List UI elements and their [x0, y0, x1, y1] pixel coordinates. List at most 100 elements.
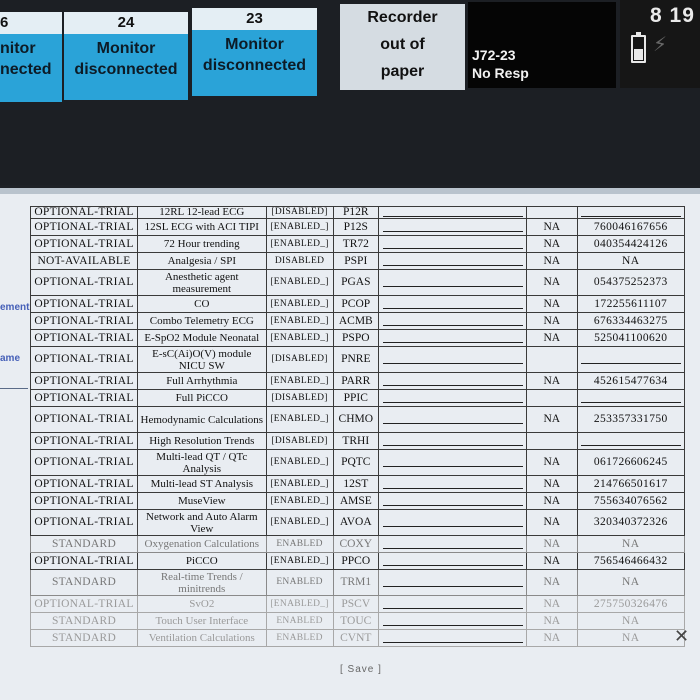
cell-key[interactable]: 275750326476: [576, 595, 685, 613]
cell-key[interactable]: 172255611107: [576, 295, 685, 313]
cell-code: TOUC: [332, 612, 380, 630]
cell-key[interactable]: 320340372326: [576, 509, 685, 536]
cell-state[interactable]: [DISABLED]: [265, 389, 334, 407]
cell-key[interactable]: 214766501617: [576, 475, 685, 493]
table-row[interactable]: STANDARD Touch User Interface ENABLED TOUC N…: [29, 612, 685, 630]
bed-tile-24[interactable]: 24 Monitor disconnected: [64, 12, 188, 100]
table-row[interactable]: OPTIONAL-TRIAL High Resolution Trends [DIS…: [29, 432, 685, 450]
cell-state[interactable]: [ENABLED_]: [265, 406, 334, 433]
cell-na: NA: [526, 269, 578, 296]
cell-status: NOT-AVAILABLE: [29, 252, 139, 270]
cell-code: PSCV: [332, 595, 380, 613]
cell-state[interactable]: [ENABLED_]: [265, 449, 334, 476]
cell-status: OPTIONAL-TRIAL: [29, 346, 139, 373]
resp-alarm[interactable]: J72-23 No Resp: [468, 2, 616, 88]
cell-key[interactable]: 452615477634: [576, 372, 685, 390]
cell-key[interactable]: NA: [576, 569, 685, 596]
table-row[interactable]: STANDARD Ventilation Calculations ENABLED C…: [29, 629, 685, 647]
cell-na: NA: [526, 612, 578, 630]
table-row[interactable]: STANDARD Oxygenation Calculations ENABLED C…: [29, 535, 685, 553]
table-row[interactable]: OPTIONAL-TRIAL 12SL ECG with ACI TIPI [ENA…: [29, 218, 685, 236]
cell-code: 12ST: [332, 475, 380, 493]
tile-line-2: disconnected: [202, 57, 307, 74]
cell-option-name: Network and Auto Alarm View: [137, 509, 267, 536]
cell-key[interactable]: 755634076562: [576, 492, 685, 510]
cell-key[interactable]: NA: [576, 535, 685, 553]
cell-state[interactable]: [DISABLED]: [265, 346, 334, 373]
table-row[interactable]: NOT-AVAILABLE Analgesia / SPI DISABLED PSPI…: [29, 252, 685, 270]
cell-state[interactable]: ENABLED: [265, 629, 334, 647]
bed-tile-6[interactable]: 6 nitor nected: [0, 12, 62, 102]
recorder-alarm[interactable]: Recorder out of paper: [340, 4, 465, 90]
cell-code: COXY: [332, 535, 380, 553]
cell-state[interactable]: [DISABLED]: [265, 432, 334, 450]
table-row[interactable]: OPTIONAL-TRIAL MuseView [ENABLED_] AMSE NA 75…: [29, 492, 685, 510]
cell-state[interactable]: [ENABLED_]: [265, 218, 334, 236]
table-row[interactable]: OPTIONAL-TRIAL Multi-lead ST Analysis [ENA…: [29, 475, 685, 493]
table-row[interactable]: OPTIONAL-TRIAL Network and Auto Alarm Vie…: [29, 509, 685, 536]
cell-key[interactable]: 676334463275: [576, 312, 685, 330]
cell-state[interactable]: [ENABLED_]: [265, 312, 334, 330]
cell-option-name: E-sC(Ai)O(V) module NICU SW: [137, 346, 267, 373]
cell-option-name: Full PiCCO: [137, 389, 267, 407]
table-row[interactable]: OPTIONAL-TRIAL 12RL 12-lead ECG [DISABLED]…: [29, 206, 685, 219]
cell-status: STANDARD: [29, 535, 139, 553]
cell-state[interactable]: [ENABLED_]: [265, 329, 334, 347]
cell-key[interactable]: [576, 432, 685, 450]
cell-state[interactable]: DISABLED: [265, 252, 334, 270]
table-row[interactable]: OPTIONAL-TRIAL Full Arrhythmia [ENABLED_] P…: [29, 372, 685, 390]
cell-state[interactable]: [ENABLED_]: [265, 295, 334, 313]
cell-key[interactable]: NA: [576, 612, 685, 630]
table-row[interactable]: OPTIONAL-TRIAL PiCCO [ENABLED_] PPCO NA 75654…: [29, 552, 685, 570]
bed-number: 6: [0, 12, 62, 34]
close-icon[interactable]: ✕: [674, 626, 689, 647]
tile-line-1: nitor: [0, 40, 36, 57]
cell-key[interactable]: 253357331750: [576, 406, 685, 433]
cell-state[interactable]: [ENABLED_]: [265, 475, 334, 493]
table-row[interactable]: OPTIONAL-TRIAL CO [ENABLED_] PCOP NA 17225561…: [29, 295, 685, 313]
table-row[interactable]: OPTIONAL-TRIAL Combo Telemetry ECG [ENABLE…: [29, 312, 685, 330]
cell-na: NA: [526, 295, 578, 313]
cell-state[interactable]: [ENABLED_]: [265, 552, 334, 570]
cell-key[interactable]: NA: [576, 629, 685, 647]
cell-key[interactable]: [576, 206, 685, 219]
cell-state[interactable]: [ENABLED_]: [265, 595, 334, 613]
cell-state[interactable]: ENABLED: [265, 612, 334, 630]
cell-key[interactable]: 756546466432: [576, 552, 685, 570]
cell-state[interactable]: ENABLED: [265, 569, 334, 596]
cell-state[interactable]: ENABLED: [265, 535, 334, 553]
table-row[interactable]: OPTIONAL-TRIAL 72 Hour trending [ENABLED_]…: [29, 235, 685, 253]
cell-key[interactable]: [576, 346, 685, 373]
cell-key[interactable]: 061726606245: [576, 449, 685, 476]
bed-tile-23[interactable]: 23 Monitor disconnected: [192, 8, 317, 96]
cell-key[interactable]: 054375252373: [576, 269, 685, 296]
cell-key[interactable]: 760046167656: [576, 218, 685, 236]
table-row[interactable]: OPTIONAL-TRIAL E-sC(Ai)O(V) module NICU S…: [29, 346, 685, 373]
cell-state[interactable]: [ENABLED_]: [265, 509, 334, 536]
recorder-line-3: paper: [380, 63, 425, 80]
table-row[interactable]: OPTIONAL-TRIAL Hemodynamic Calculations [E…: [29, 406, 685, 433]
cell-license: [378, 206, 527, 219]
cell-state[interactable]: [DISABLED]: [265, 206, 334, 219]
table-row[interactable]: STANDARD Real-time Trends / minitrends ENA…: [29, 569, 685, 596]
cell-key[interactable]: [576, 389, 685, 407]
cell-state[interactable]: [ENABLED_]: [265, 492, 334, 510]
cell-state[interactable]: [ENABLED_]: [265, 372, 334, 390]
table-row[interactable]: OPTIONAL-TRIAL E-SpO2 Module Neonatal [ENA…: [29, 329, 685, 347]
cell-state[interactable]: [ENABLED_]: [265, 269, 334, 296]
table-row[interactable]: OPTIONAL-TRIAL Anesthetic agent measureme…: [29, 269, 685, 296]
table-row[interactable]: OPTIONAL-TRIAL Full PiCCO [DISABLED] PPIC: [29, 389, 685, 407]
save-button[interactable]: [ Save ]: [340, 664, 382, 675]
table-row[interactable]: OPTIONAL-TRIAL Multi-lead QT / QTc Analys…: [29, 449, 685, 476]
cell-key[interactable]: NA: [576, 252, 685, 270]
cell-code: P12S: [332, 218, 380, 236]
cell-license: [378, 406, 527, 433]
cell-code: AVOA: [332, 509, 380, 536]
cell-status: STANDARD: [29, 612, 139, 630]
cell-key[interactable]: 525041100620: [576, 329, 685, 347]
table-row[interactable]: OPTIONAL-TRIAL SvO2 [ENABLED_] PSCV NA 275750…: [29, 595, 685, 613]
cell-key[interactable]: 040354424126: [576, 235, 685, 253]
cell-state[interactable]: [ENABLED_]: [265, 235, 334, 253]
cell-license: [378, 595, 527, 613]
options-screen: ement ame OPTIONAL-TRIAL 12RL 12-lead ECG…: [0, 188, 700, 700]
